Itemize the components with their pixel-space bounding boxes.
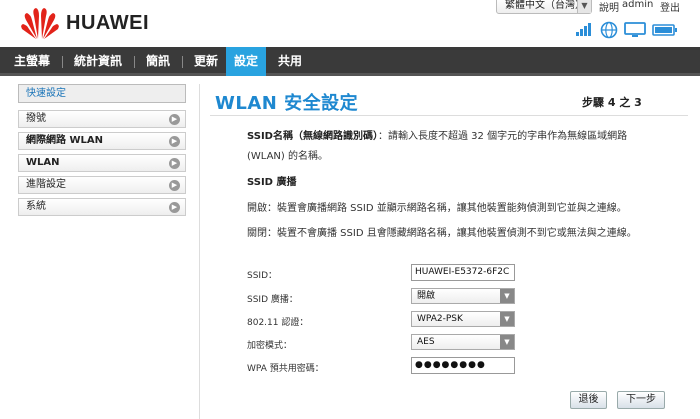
chevron-right-icon: ▶ <box>169 202 180 213</box>
ssid-name-text-2: (WLAN) 的名稱。 <box>247 151 328 162</box>
ssid-name-label: SSID名稱（無線網路識別碼） <box>247 131 378 142</box>
nav-settings[interactable]: 設定 <box>226 47 266 76</box>
broadcast-disable-text: 關閉：裝置不會廣播 SSID 且會隱藏網路名稱，讓其他裝置偵測不到它或無法與之連… <box>247 228 637 239</box>
step-indicator: 步驟 4 之 3 <box>582 96 642 109</box>
sidebar-item-label: 網際網路 WLAN <box>26 135 103 146</box>
help-link[interactable]: 說明 <box>599 0 619 14</box>
auth-label: 802.11 認證： <box>247 318 309 328</box>
encryption-label: 加密模式： <box>247 341 293 351</box>
nav-sharing[interactable]: 共用 <box>270 47 310 76</box>
main-nav: 主螢幕 統計資訊 簡訊 更新 設定 共用 <box>0 47 700 76</box>
chevron-right-icon: ▶ <box>169 158 180 169</box>
sidebar-item-label: 系統 <box>26 201 46 212</box>
header: HUAWEI 繁體中文（台灣） ▼ 說明 admin 登出 <box>0 0 700 47</box>
psk-label: WPA 預共用密碼： <box>247 364 324 374</box>
sidebar-item-system[interactable]: 系統 ▶ <box>18 198 186 216</box>
nav-sms[interactable]: 簡訊 <box>138 47 178 76</box>
sidebar-item-dialup[interactable]: 撥號 ▶ <box>18 110 186 128</box>
divider <box>210 115 688 116</box>
chevron-down-icon: ▼ <box>577 0 591 13</box>
language-value: 繁體中文（台灣） <box>505 0 585 11</box>
globe-icon <box>600 21 618 39</box>
nav-separator <box>182 56 183 68</box>
auth-value: WPA2-PSK <box>417 314 463 324</box>
chevron-right-icon: ▶ <box>169 180 180 191</box>
logout-link[interactable]: 登出 <box>660 0 680 14</box>
page-title: WLAN 安全設定 <box>215 93 359 114</box>
encryption-select[interactable]: AES ▼ <box>411 334 515 350</box>
broadcast-enable-text: 開啟：裝置會廣播網路 SSID 並顯示網路名稱，讓其他裝置能夠偵測到它並與之連線… <box>247 203 627 214</box>
ssid-broadcast-heading: SSID 廣播 <box>247 177 297 188</box>
nav-home[interactable]: 主螢幕 <box>6 47 58 76</box>
next-button[interactable]: 下一步 <box>617 391 665 409</box>
sidebar-item-label: WLAN <box>26 157 60 168</box>
chevron-right-icon: ▶ <box>169 136 180 147</box>
back-button[interactable]: 退後 <box>570 391 607 409</box>
sidebar: 快速設定 撥號 ▶ 網際網路 WLAN ▶ WLAN ▶ 進階設定 ▶ 系統 ▶ <box>18 84 186 220</box>
ssid-broadcast-label: SSID 廣播： <box>247 295 298 305</box>
divider <box>199 84 200 419</box>
nav-separator <box>134 56 135 68</box>
chevron-down-icon: ▼ <box>500 312 514 326</box>
auth-select[interactable]: WPA2-PSK ▼ <box>411 311 515 327</box>
ssid-name-text: ：請輸入長度不超過 32 個字元的字串作為無線區域網路 <box>377 131 628 142</box>
chevron-right-icon: ▶ <box>169 114 180 125</box>
sidebar-item-quick-setup[interactable]: 快速設定 <box>18 84 186 103</box>
nav-statistics[interactable]: 統計資訊 <box>66 47 130 76</box>
battery-icon <box>652 24 677 36</box>
ssid-input[interactable]: HUAWEI-E5372-6F2C <box>411 264 515 281</box>
signal-strength-icon <box>576 22 594 36</box>
chevron-down-icon: ▼ <box>500 335 514 349</box>
sidebar-item-wlan[interactable]: WLAN ▶ <box>18 154 186 172</box>
ssid-label: SSID： <box>247 271 278 281</box>
sidebar-item-advanced[interactable]: 進階設定 ▶ <box>18 176 186 194</box>
monitor-icon <box>624 22 646 37</box>
ssid-broadcast-value: 開啟 <box>417 291 436 301</box>
chevron-down-icon: ▼ <box>500 289 514 303</box>
nav-update[interactable]: 更新 <box>186 47 226 76</box>
sidebar-item-internet-wlan[interactable]: 網際網路 WLAN ▶ <box>18 132 186 150</box>
huawei-logo-icon <box>21 8 59 39</box>
username: admin <box>622 0 654 10</box>
sidebar-item-label: 進階設定 <box>26 179 66 190</box>
nav-separator <box>62 56 63 68</box>
brand-name: HUAWEI <box>66 12 149 34</box>
language-select[interactable]: 繁體中文（台灣） ▼ <box>496 0 592 14</box>
ssid-broadcast-select[interactable]: 開啟 ▼ <box>411 288 515 304</box>
encryption-value: AES <box>417 337 435 347</box>
sidebar-item-label: 撥號 <box>26 113 46 124</box>
ssid-name-description: SSID名稱（無線網路識別碼）：請輸入長度不超過 32 個字元的字串作為無線區域… <box>247 127 627 167</box>
psk-input[interactable]: ●●●●●●●● <box>411 357 515 374</box>
